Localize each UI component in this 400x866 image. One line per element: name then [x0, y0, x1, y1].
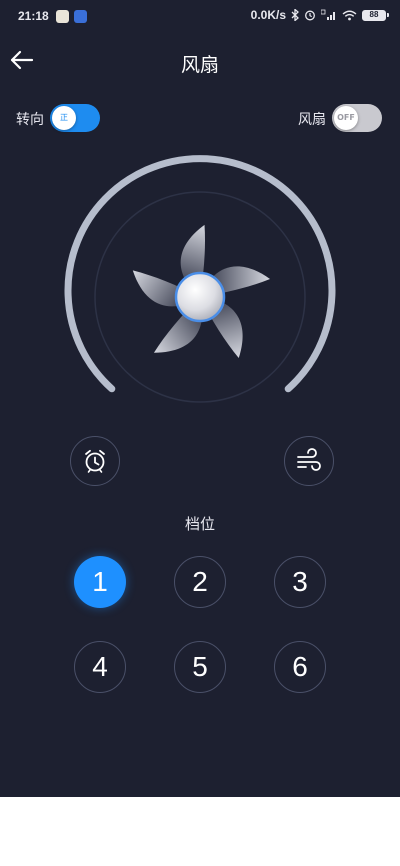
notification-app-icon [56, 10, 69, 23]
status-time: 21:18 [18, 9, 49, 23]
gear-button-5[interactable]: 5 [174, 641, 226, 693]
gear-button-2[interactable]: 2 [174, 556, 226, 608]
fan-power-label: 风扇 [298, 112, 326, 128]
gear-button-3[interactable]: 3 [274, 556, 326, 608]
direction-label: 转向 [16, 112, 44, 128]
notification-app-icon [74, 10, 87, 23]
wifi-icon [342, 10, 357, 20]
wind-icon [297, 448, 321, 471]
fan-power-toggle[interactable]: OFF [332, 104, 382, 132]
bluetooth-icon [291, 9, 299, 21]
direction-toggle-knob: 正 [52, 106, 76, 130]
wind-mode-button[interactable] [284, 436, 334, 486]
status-bar: 21:18 0.0K/s 88 [0, 0, 400, 34]
fan-power-toggle-knob: OFF [334, 106, 358, 130]
fan-hub [174, 271, 226, 323]
gear-button-4[interactable]: 4 [74, 641, 126, 693]
timer-button[interactable] [70, 436, 120, 486]
network-speed: 0.0K/s [250, 8, 286, 22]
gear-button-1[interactable]: 1 [74, 556, 126, 608]
fan-control-screen: 21:18 0.0K/s 88 风扇 转向 正 风扇 OFF 档位 1 2 3 … [0, 0, 400, 797]
alarm-icon [305, 10, 315, 21]
direction-toggle[interactable]: 正 [50, 104, 100, 132]
fan-dial [64, 155, 336, 403]
gear-title: 档位 [184, 515, 215, 533]
signal-icon [321, 9, 335, 20]
alarm-clock-icon [85, 449, 105, 473]
page-title: 风扇 [180, 54, 219, 76]
gear-button-6[interactable]: 6 [274, 641, 326, 693]
status-indicators: 0.0K/s 88 [250, 8, 389, 22]
battery-icon: 88 [362, 9, 389, 21]
